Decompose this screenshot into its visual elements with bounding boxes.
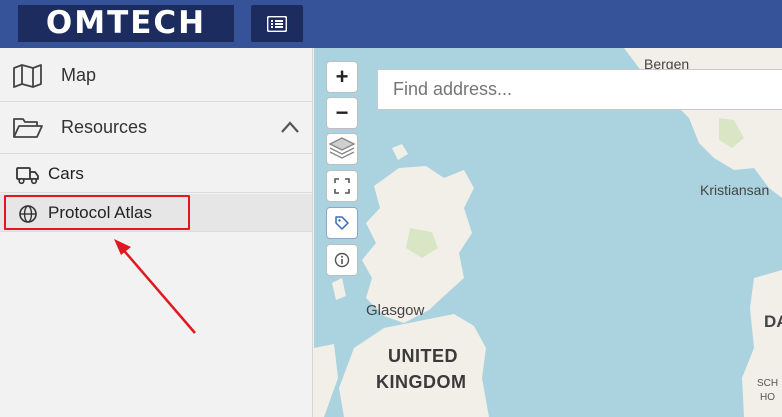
layers-icon <box>328 137 356 159</box>
resource-item-protocol-atlas[interactable]: Protocol Atlas <box>0 194 312 232</box>
menu-toggle-button[interactable] <box>251 5 303 42</box>
labels-toggle-button[interactable] <box>326 207 358 239</box>
map-icon <box>13 64 42 88</box>
map-label-kingdom: KINGDOM <box>376 372 467 392</box>
truck-icon <box>16 167 39 185</box>
zoom-out-button[interactable]: − <box>326 97 358 129</box>
map-label-glasgow: Glasgow <box>366 302 425 319</box>
map-label-united: UNITED <box>388 346 458 366</box>
folder-open-icon <box>13 118 43 138</box>
resource-item-label: Protocol Atlas <box>48 203 152 222</box>
zoom-in-button[interactable]: + <box>326 61 358 93</box>
resource-item-label: Cars <box>48 164 84 183</box>
omtech-logo[interactable]: OMTECH <box>18 5 234 42</box>
map-label-sch: SCH <box>757 378 779 389</box>
list-icon <box>267 15 287 32</box>
map-label-kristiansand: Kristiansan <box>700 182 770 198</box>
sidebar-item-label: Map <box>61 65 97 85</box>
chevron-up-icon[interactable] <box>280 120 300 134</box>
address-search-input[interactable] <box>377 69 782 110</box>
map-label-ho: HO <box>760 392 775 403</box>
map-view[interactable]: Bergen Kristiansan Glasgow UNITED KINGDO… <box>314 48 782 417</box>
sidebar-item-label: Resources <box>61 117 148 137</box>
map-label-da: DA <box>764 312 782 331</box>
layers-button[interactable] <box>326 133 358 165</box>
sidebar-item-map[interactable]: Map <box>0 50 312 102</box>
info-icon <box>334 252 350 268</box>
resource-item-cars[interactable]: Cars <box>0 155 312 193</box>
fullscreen-icon <box>334 178 350 194</box>
tag-icon <box>335 216 349 230</box>
globe-icon <box>19 205 37 223</box>
sidebar: Map Resources Cars Protocol Atlas <box>0 48 313 417</box>
info-button[interactable] <box>326 244 358 276</box>
fullscreen-button[interactable] <box>326 170 358 202</box>
sidebar-item-resources[interactable]: Resources <box>0 102 312 154</box>
top-bar: OMTECH <box>0 0 782 48</box>
